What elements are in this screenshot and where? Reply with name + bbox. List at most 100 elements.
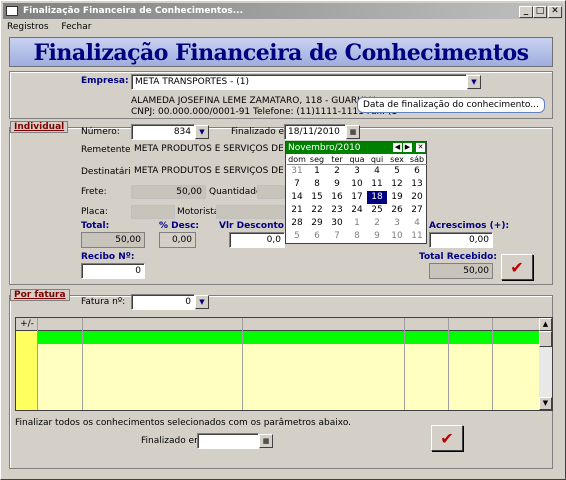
calendar-day[interactable]: 9 — [367, 230, 387, 243]
calendar-day[interactable]: 2 — [367, 217, 387, 230]
grid-scrollbar[interactable]: ▲ ▼ — [539, 318, 552, 410]
prev-month-icon[interactable]: ◀ — [393, 143, 402, 152]
grid-row-indicators — [16, 331, 37, 410]
calendar-day[interactable]: 1 — [347, 217, 367, 230]
calendar-day[interactable]: 11 — [407, 230, 427, 243]
confirm-individual-button[interactable]: ✔ — [501, 254, 533, 280]
fatura-label: Fatura nº: — [81, 297, 126, 307]
calendar-day[interactable]: 28 — [287, 217, 307, 230]
title-bar: Finalização Financeira de Conhecimentos.… — [3, 3, 563, 19]
remetente-label: Remetente: — [81, 145, 134, 155]
calendar-day[interactable]: 29 — [307, 217, 327, 230]
desc-label: % Desc: — [159, 221, 200, 231]
calendar-day[interactable]: 30 — [327, 217, 347, 230]
confirm-fatura-button[interactable]: ✔ — [431, 425, 463, 451]
grid-toggle-button[interactable]: +/- — [18, 318, 36, 330]
destinatario-value: META PRODUTOS E SERVIÇOS DE IN — [131, 165, 283, 179]
calendar-day[interactable]: 8 — [347, 230, 367, 243]
scroll-down-icon[interactable]: ▼ — [539, 397, 552, 410]
calendar-day[interactable]: 10 — [387, 230, 407, 243]
menu-bar: Registros Fechar — [1, 19, 566, 35]
numero-field[interactable]: 834 — [131, 124, 195, 140]
recibo-label: Recibo Nº: — [81, 252, 135, 262]
calendar-day[interactable]: 5 — [387, 165, 407, 178]
calendar-day[interactable]: 26 — [387, 204, 407, 217]
menu-fechar[interactable]: Fechar — [61, 22, 91, 32]
calendar-day[interactable]: 10 — [347, 178, 367, 191]
calendar-dow-label: dom — [287, 155, 307, 165]
calendar-day[interactable]: 7 — [287, 178, 307, 191]
calendar-dow-label: qua — [347, 154, 367, 165]
calendar-day[interactable]: 20 — [407, 191, 427, 204]
calendar-day[interactable]: 21 — [287, 204, 307, 217]
acrescimos-field[interactable]: 0,00 — [429, 232, 493, 248]
table-row[interactable] — [37, 331, 540, 344]
calendar-day[interactable]: 6 — [407, 165, 427, 178]
scroll-up-icon[interactable]: ▲ — [539, 318, 552, 331]
calendar-day[interactable]: 19 — [387, 191, 407, 204]
calendar-day[interactable]: 2 — [327, 165, 347, 178]
grid-col-divider — [448, 318, 449, 410]
calendar-day[interactable]: 16 — [327, 191, 347, 204]
grid-col-divider — [82, 318, 83, 410]
calendar-dow-label: ter — [327, 154, 347, 165]
recibo-field[interactable]: 0 — [81, 263, 145, 279]
fatura-dropdown-icon[interactable]: ▼ — [195, 295, 209, 309]
calendar-day[interactable]: 11 — [367, 178, 387, 191]
total-recebido-label: Total Recebido: — [419, 252, 497, 262]
calendar-day[interactable]: 15 — [307, 191, 327, 204]
calendar-day[interactable]: 3 — [387, 217, 407, 230]
finalizado-date-field[interactable]: 18/11/2010 — [284, 124, 346, 140]
window-title: Finalização Financeira de Conhecimentos.… — [23, 6, 244, 16]
calendar-day[interactable]: 14 — [287, 191, 307, 204]
calendar-day[interactable]: 23 — [327, 204, 347, 217]
calendar-day[interactable]: 13 — [407, 178, 427, 191]
vlr-desconto-field[interactable]: 0,0 — [229, 232, 285, 248]
next-month-icon[interactable]: ▶ — [403, 143, 412, 152]
minimize-button[interactable]: _ — [519, 6, 533, 18]
finalizado-tooltip: Data de finalização do conhecimento... — [357, 97, 545, 113]
calendar-day[interactable]: 6 — [307, 230, 327, 243]
calendar-day[interactable]: 5 — [287, 230, 307, 243]
empresa-select[interactable]: META TRANSPORTES - (1) — [131, 74, 467, 90]
total-label: Total: — [81, 221, 110, 231]
fatura-calendar-icon[interactable]: ▦ — [259, 434, 273, 448]
empresa-dropdown-icon[interactable]: ▼ — [467, 75, 481, 89]
calendar-day[interactable]: 3 — [347, 165, 367, 178]
check-icon: ✔ — [440, 429, 454, 448]
menu-registros[interactable]: Registros — [7, 22, 49, 32]
calendar-day[interactable]: 24 — [347, 204, 367, 217]
date-picker-popup: Novembro/2010 ◀ ▶ ✕ dom seg ter qua qui sex sá… — [285, 141, 427, 244]
vlr-desconto-label: Vlr Desconto ( — [219, 221, 292, 231]
calendar-day[interactable]: 25 — [367, 204, 387, 217]
calendar-dow-label: seg — [307, 154, 327, 165]
calendar-header: Novembro/2010 ◀ ▶ ✕ — [286, 142, 426, 154]
calendar-dow-label: sex — [387, 154, 407, 165]
app-icon — [6, 6, 18, 16]
numero-dropdown-icon[interactable]: ▼ — [195, 125, 209, 139]
calendar-day[interactable]: 1 — [307, 165, 327, 178]
calendar-day[interactable]: 7 — [327, 230, 347, 243]
grid-col-divider — [404, 318, 405, 410]
calendar-day[interactable]: 31 — [287, 165, 307, 178]
fatura-finalizado-date-field[interactable] — [197, 433, 259, 449]
calendar-close-icon[interactable]: ✕ — [416, 143, 425, 152]
calendar-day[interactable]: 8 — [307, 178, 327, 191]
calendar-day[interactable]: 12 — [387, 178, 407, 191]
placa-value — [131, 205, 175, 219]
calendar-icon[interactable]: ▦ — [346, 125, 360, 139]
close-button[interactable]: ✕ — [548, 6, 562, 18]
calendar-dow-label: qui — [367, 154, 387, 165]
calendar-day[interactable]: 4 — [407, 217, 427, 230]
motorista-value — [216, 205, 285, 219]
calendar-day[interactable]: 22 — [307, 204, 327, 217]
calendar-day[interactable]: 9 — [327, 178, 347, 191]
calendar-day[interactable]: 18 — [367, 191, 387, 204]
calendar-day[interactable]: 4 — [367, 165, 387, 178]
scroll-thumb[interactable] — [539, 331, 552, 347]
fatura-field[interactable]: 0 — [131, 294, 195, 310]
maximize-button[interactable]: □ — [533, 6, 547, 18]
calendar-day[interactable]: 27 — [407, 204, 427, 217]
check-icon: ✔ — [510, 258, 524, 277]
calendar-day[interactable]: 17 — [347, 191, 367, 204]
